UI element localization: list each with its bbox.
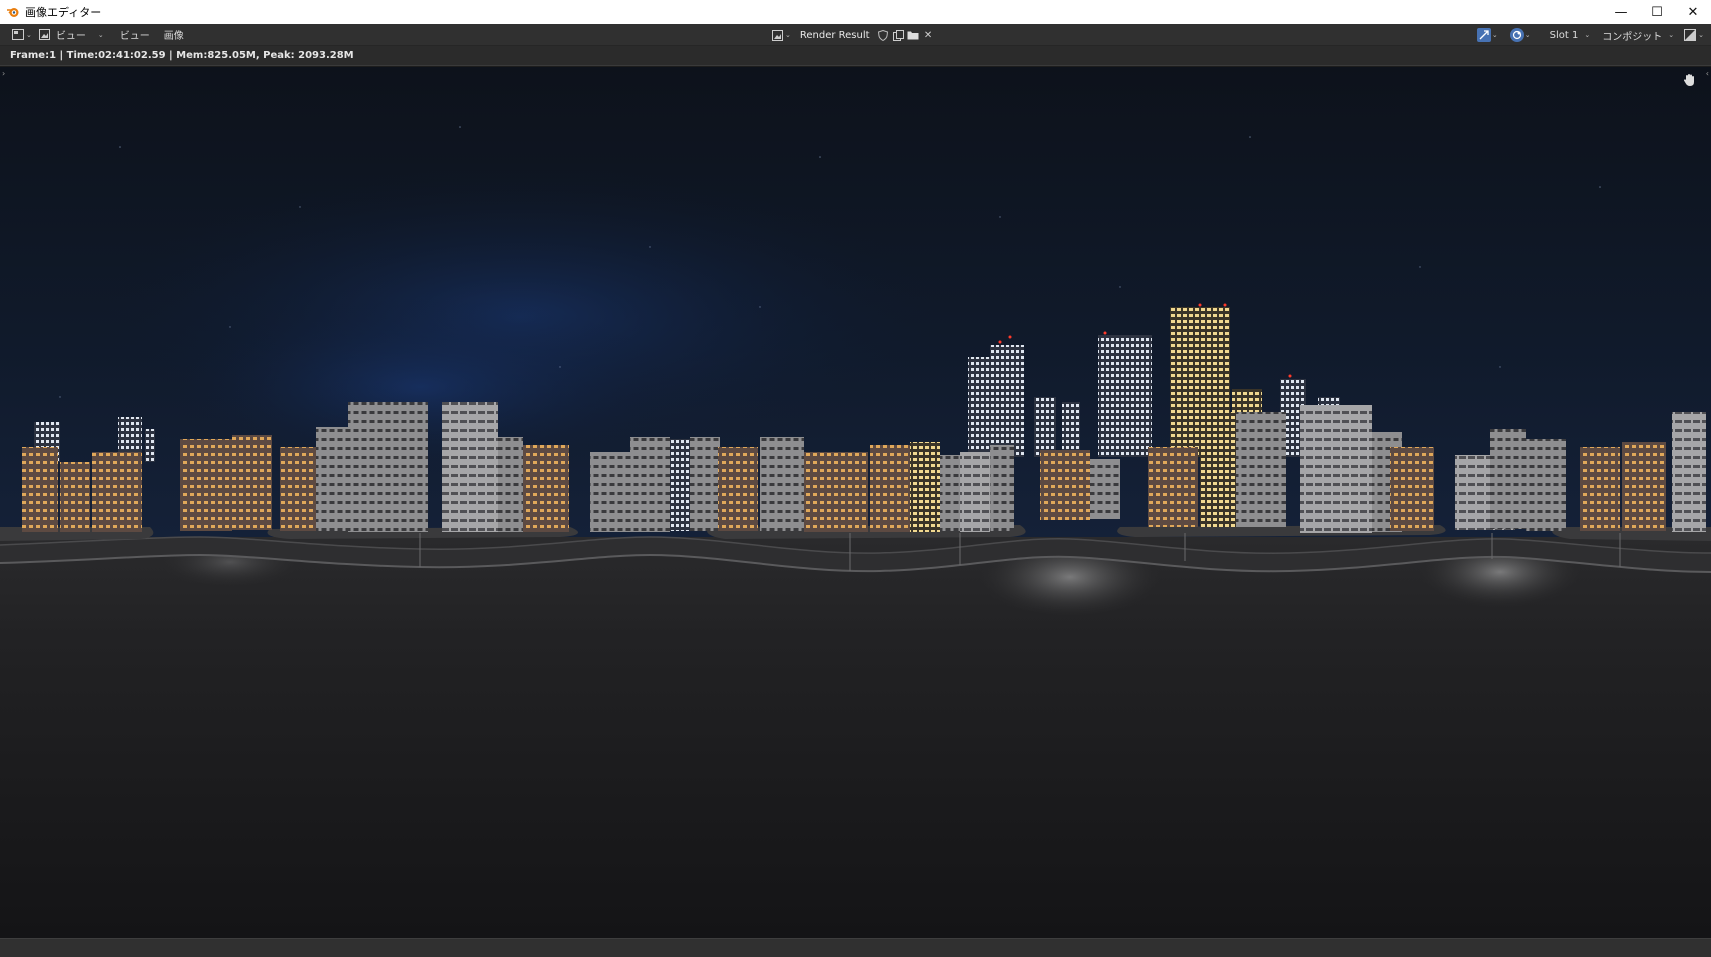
overlay-icon xyxy=(1509,28,1524,42)
maximize-button[interactable]: ☐ xyxy=(1639,0,1675,24)
status-bar xyxy=(0,938,1711,957)
image-canvas[interactable]: › ‹ xyxy=(0,67,1711,938)
gizmo-icon xyxy=(1476,28,1491,42)
chevron-down-icon: ⌄ xyxy=(785,31,791,39)
close-window-button[interactable]: ✕ xyxy=(1675,0,1711,24)
chevron-down-icon: ⌄ xyxy=(1491,31,1498,39)
mode-dropdown[interactable]: ビュー ⌄ xyxy=(35,26,107,44)
chevron-down-icon: ⌄ xyxy=(1524,31,1531,39)
editor-type-dropdown[interactable]: ⌄ xyxy=(8,26,35,44)
zoom-icon[interactable] xyxy=(1683,67,1701,71)
image-name-field[interactable]: Render Result xyxy=(794,30,876,41)
left-toolbar-toggle-icon[interactable]: › xyxy=(2,69,5,78)
display-channels-dropdown[interactable]: ⌄ xyxy=(1680,26,1707,44)
chevron-down-icon: ⌄ xyxy=(97,30,104,39)
layer-label: コンポジット xyxy=(1602,31,1663,43)
chevron-down-icon: ⌄ xyxy=(26,30,32,39)
blender-logo-icon xyxy=(5,4,21,20)
folder-icon[interactable] xyxy=(906,28,921,43)
menu-image[interactable]: 画像 xyxy=(157,27,191,42)
window-titlebar: 画像エディター — ☐ ✕ xyxy=(0,0,1711,24)
render-info-bar: Frame:1 | Time:02:41:02.59 | Mem:825.05M… xyxy=(0,46,1711,66)
editor-header: ⌄ ビュー ⌄ ビュー 画像 ⌄ Render Result ✕ ⌄ ⌄ Slo… xyxy=(0,24,1711,46)
header-right-tools: ⌄ ⌄ Slot 1 ⌄ コンポジット ⌄ ⌄ xyxy=(1474,26,1711,44)
shield-icon[interactable] xyxy=(876,28,891,43)
image-datablock-selector: ⌄ Render Result ✕ xyxy=(767,26,936,44)
image-editor-icon xyxy=(11,29,25,41)
layer-dropdown[interactable]: コンポジット ⌄ xyxy=(1596,28,1680,43)
chevron-down-icon: ⌄ xyxy=(1668,31,1675,39)
chevron-down-icon: ⌄ xyxy=(1698,31,1704,39)
hand-icon[interactable] xyxy=(1683,73,1701,91)
browse-image-dropdown[interactable]: ⌄ xyxy=(767,26,794,44)
image-icon xyxy=(38,29,52,41)
slot-label: Slot 1 xyxy=(1549,29,1579,41)
gizmo-toggle[interactable]: ⌄ xyxy=(1474,26,1501,44)
image-browse-icon xyxy=(770,29,784,41)
chevron-down-icon: ⌄ xyxy=(1584,31,1591,39)
duplicate-icon[interactable] xyxy=(891,28,906,43)
display-channels-icon xyxy=(1683,29,1697,41)
close-icon[interactable]: ✕ xyxy=(921,28,936,43)
menu-view[interactable]: ビュー xyxy=(113,27,157,42)
window-title: 画像エディター xyxy=(25,6,102,19)
mode-label: ビュー xyxy=(55,31,86,42)
minimize-button[interactable]: — xyxy=(1603,0,1639,24)
slot-dropdown[interactable]: Slot 1 ⌄ xyxy=(1544,30,1597,41)
render-result-image xyxy=(0,67,1711,938)
overlay-toggle[interactable]: ⌄ xyxy=(1507,26,1534,44)
right-sidebar-toggle-icon[interactable]: ‹ xyxy=(1706,69,1709,78)
render-stats-text: Frame:1 | Time:02:41:02.59 | Mem:825.05M… xyxy=(10,50,354,61)
